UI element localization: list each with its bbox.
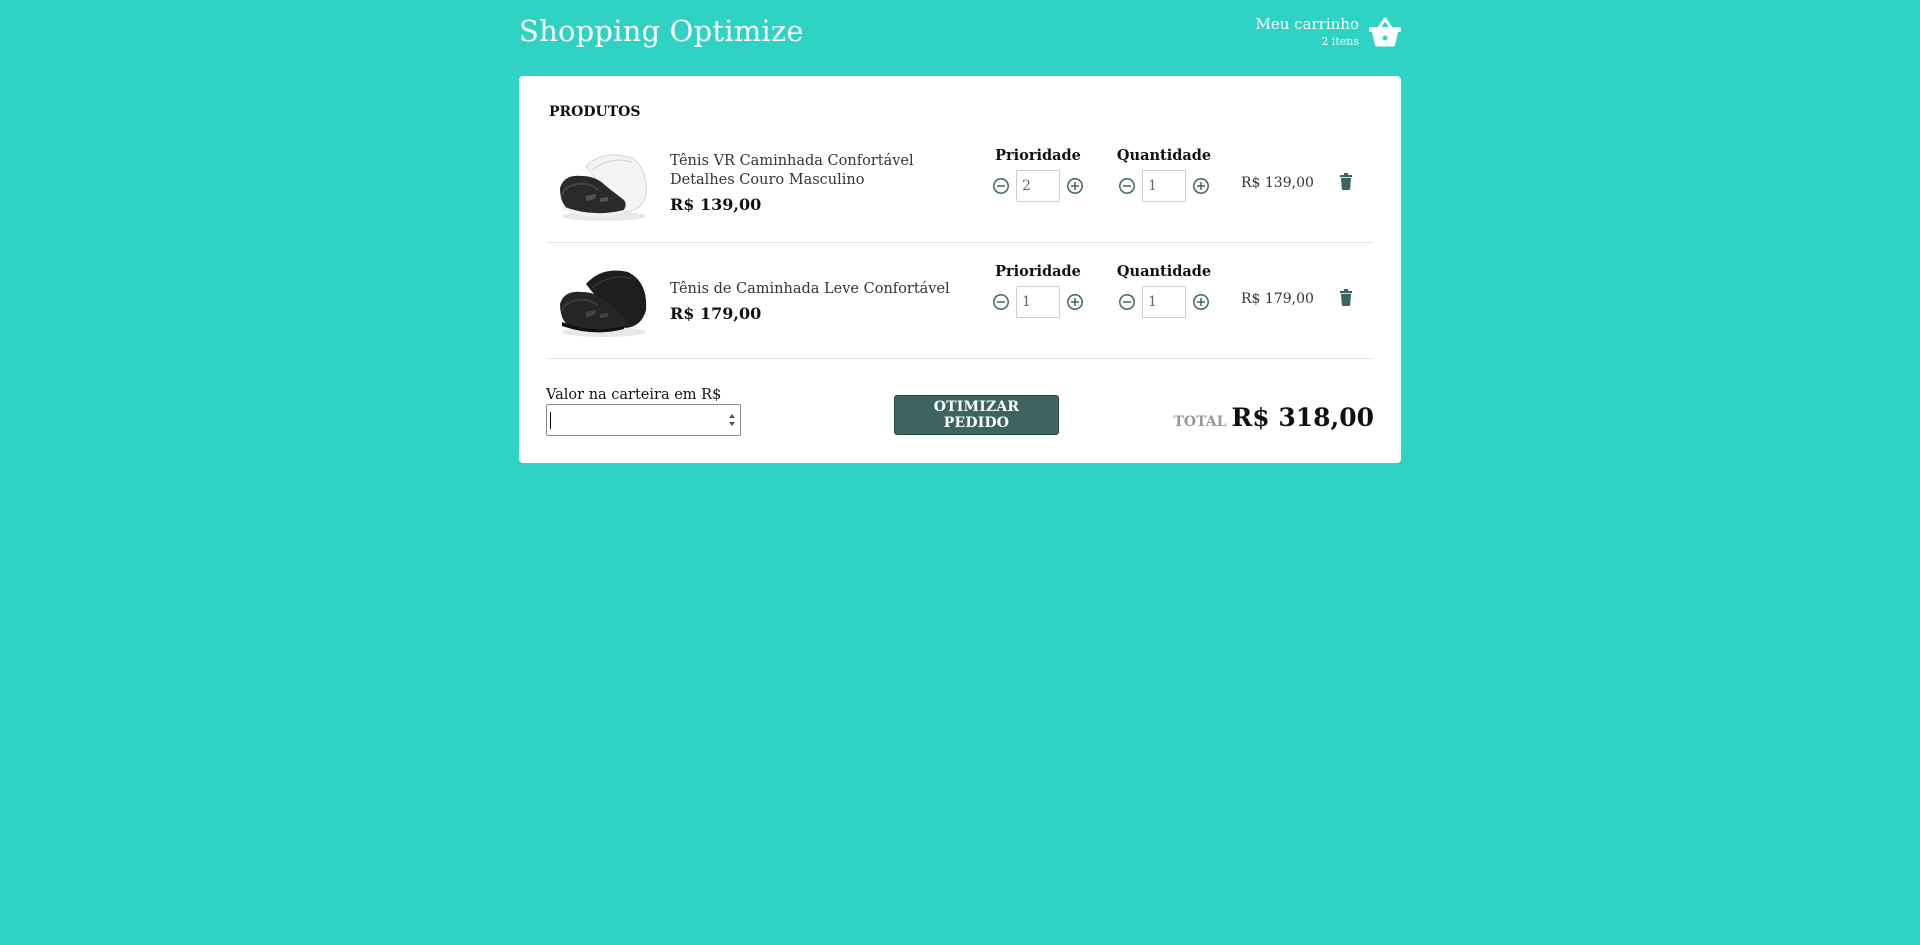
- plus-circle-icon[interactable]: [1192, 177, 1210, 195]
- product-image: [560, 154, 647, 221]
- optimize-order-button[interactable]: OTIMIZAR PEDIDO: [894, 395, 1059, 435]
- priority-label: Prioridade: [995, 147, 1081, 164]
- wallet-label: Valor na carteira em R$: [546, 387, 722, 403]
- total-label: TOTAL: [1173, 414, 1227, 430]
- product-row: Tênis de Caminhada Leve Confortável R$ 1…: [546, 242, 1374, 359]
- priority-stepper: 1: [983, 286, 1093, 318]
- quantity-input[interactable]: 1: [1142, 286, 1186, 318]
- priority-control: Prioridade 1: [983, 262, 1093, 318]
- wallet-field: Valor na carteira em R$: [546, 386, 741, 436]
- line-total: R$ 139,00: [1241, 175, 1314, 191]
- trash-icon[interactable]: [1340, 173, 1352, 190]
- order-total: TOTAL R$ 318,00: [1173, 403, 1374, 432]
- cart-panel: PRODUTOS Tênis VR Caminhada Confortável …: [519, 76, 1401, 463]
- spinner-arrows-icon[interactable]: [726, 408, 738, 432]
- total-value: R$ 318,00: [1231, 403, 1374, 432]
- cart-title: Meu carrinho: [1255, 15, 1360, 33]
- app-title: Shopping Optimize: [519, 14, 804, 48]
- quantity-control: Quantidade 1: [1109, 262, 1219, 318]
- cart-summary: Meu carrinho 2 itens: [1256, 14, 1360, 50]
- cart-item-count: 2 itens: [1321, 35, 1359, 48]
- wallet-input[interactable]: [546, 404, 741, 436]
- header: Shopping Optimize Meu carrinho 2 itens: [519, 0, 1401, 76]
- product-name: Tênis de Caminhada Leve Confortável: [670, 281, 950, 297]
- product-price: R$ 139,00: [670, 195, 762, 214]
- priority-stepper: 2: [983, 170, 1093, 202]
- product-row: Tênis VR Caminhada Confortável Detalhes …: [546, 126, 1374, 243]
- plus-circle-icon[interactable]: [1066, 293, 1084, 311]
- minus-circle-icon[interactable]: [1118, 293, 1136, 311]
- plus-circle-icon[interactable]: [1066, 177, 1084, 195]
- basket-icon: [1369, 17, 1401, 47]
- priority-input[interactable]: 2: [1016, 170, 1060, 202]
- minus-circle-icon[interactable]: [1118, 177, 1136, 195]
- quantity-label: Quantidade: [1116, 263, 1212, 280]
- cart-button[interactable]: Meu carrinho 2 itens: [1256, 14, 1401, 50]
- priority-input[interactable]: 1: [1016, 286, 1060, 318]
- product-price: R$ 179,00: [670, 304, 762, 323]
- product-info: Tênis VR Caminhada Confortável Detalhes …: [670, 152, 980, 214]
- app-container: Shopping Optimize Meu carrinho 2 itens P…: [519, 0, 1401, 463]
- plus-circle-icon[interactable]: [1192, 293, 1210, 311]
- product-info: Tênis de Caminhada Leve Confortável R$ 1…: [670, 280, 980, 323]
- quantity-stepper: 1: [1109, 286, 1219, 318]
- line-total: R$ 179,00: [1241, 291, 1314, 307]
- product-image: [560, 270, 647, 337]
- priority-control: Prioridade 2: [983, 146, 1093, 202]
- priority-label: Prioridade: [995, 263, 1081, 280]
- minus-circle-icon[interactable]: [992, 293, 1010, 311]
- quantity-control: Quantidade 1: [1109, 146, 1219, 202]
- minus-circle-icon[interactable]: [992, 177, 1010, 195]
- quantity-stepper: 1: [1109, 170, 1219, 202]
- quantity-input[interactable]: 1: [1142, 170, 1186, 202]
- trash-icon[interactable]: [1340, 289, 1352, 306]
- product-name: Tênis VR Caminhada Confortável Detalhes …: [670, 153, 914, 188]
- products-heading: PRODUTOS: [549, 104, 641, 120]
- text-cursor: [550, 412, 551, 429]
- quantity-label: Quantidade: [1116, 147, 1212, 164]
